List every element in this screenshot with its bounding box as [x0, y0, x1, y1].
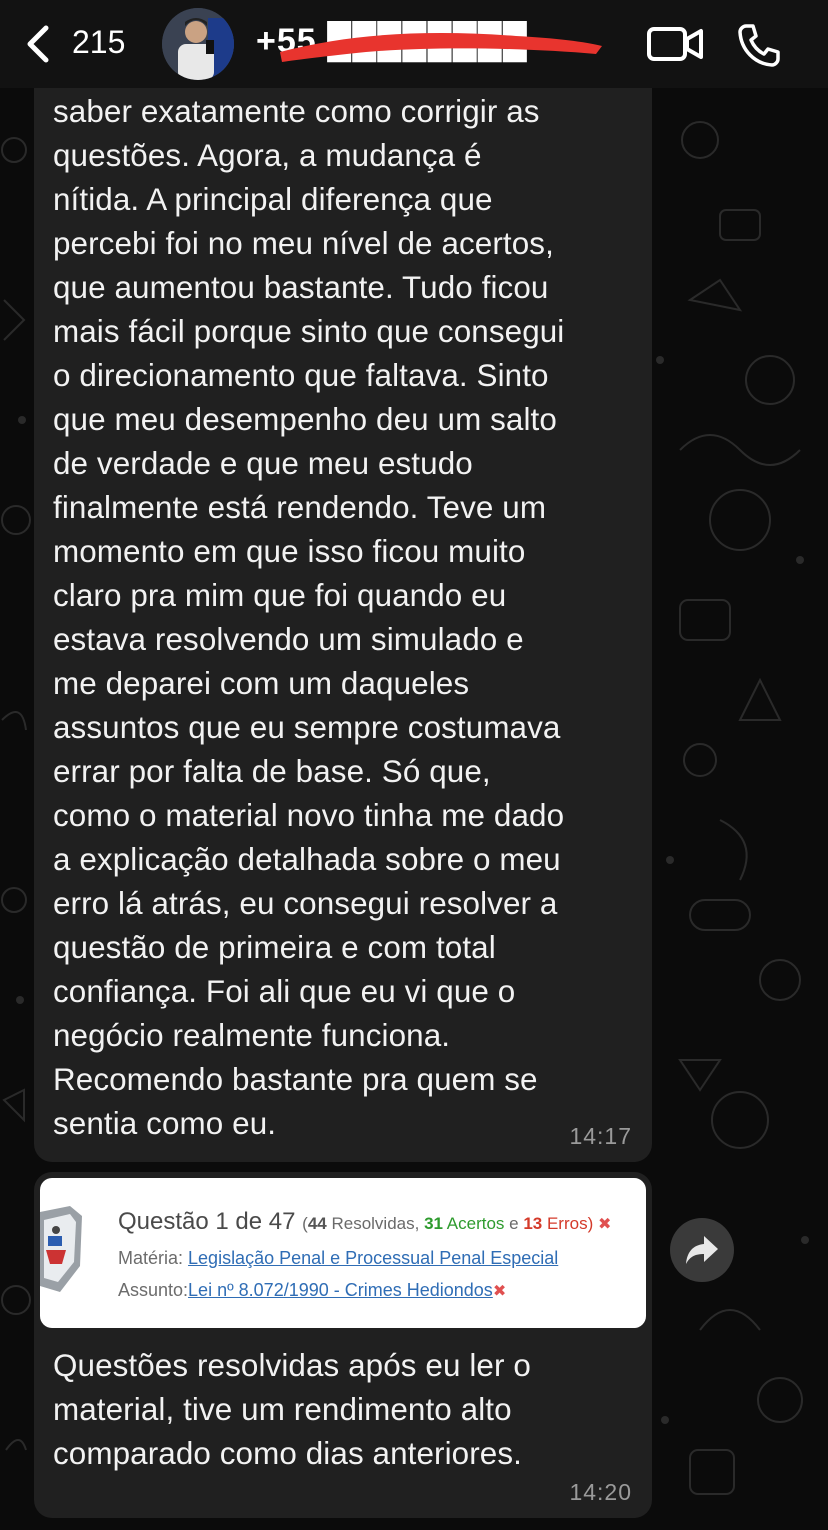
subject-label: Matéria: [118, 1248, 189, 1268]
close-x-icon: ✖ [597, 1216, 612, 1233]
forward-button[interactable] [670, 1218, 734, 1282]
topic-line: Assunto:Lei nº 8.072/1990 - Crimes Hedio… [118, 1280, 506, 1301]
back-chevron-icon[interactable] [22, 24, 56, 64]
message-text: Questões resolvidas após eu ler o materi… [53, 1348, 531, 1471]
chat-header: 215 +55 ████████ [0, 0, 828, 88]
avatar-photo-icon [162, 8, 234, 80]
unread-count[interactable]: 215 [72, 24, 125, 61]
avatar[interactable] [162, 8, 234, 80]
question-counter: Questão 1 de 47 (44 Resolvidas, 31 Acert… [118, 1208, 611, 1236]
resolved-count: 44 [307, 1214, 327, 1233]
video-call-icon[interactable] [646, 24, 704, 64]
message-time: 14:20 [569, 1479, 632, 1505]
attached-image[interactable]: Questão 1 de 47 (44 Resolvidas, 31 Acert… [40, 1178, 646, 1328]
message-bubble[interactable]: saber exatamente como corrigir as questõ… [34, 70, 652, 1162]
message-bubble-with-image[interactable]: Questão 1 de 47 (44 Resolvidas, 31 Acert… [34, 1172, 652, 1518]
and-label: e [504, 1214, 524, 1233]
question-title: Questão 1 de 47 [118, 1208, 296, 1235]
subject-line: Matéria: Legislação Penal e Processual P… [118, 1248, 558, 1269]
phone-call-icon[interactable] [736, 22, 782, 68]
resolved-label: Resolvidas, [326, 1214, 425, 1233]
errors-count: 13 [523, 1214, 543, 1233]
topic-link: Lei nº 8.072/1990 - Crimes Hediondos [188, 1280, 493, 1300]
forward-arrow-icon [686, 1236, 718, 1264]
police-badge-icon [40, 1206, 82, 1292]
remove-x-icon: ✖ [492, 1283, 507, 1300]
redaction-scribble [280, 33, 602, 62]
message-time: 14:17 [569, 1123, 632, 1149]
topic-label: Assunto: [118, 1280, 189, 1300]
correct-label: Acertos [442, 1214, 505, 1233]
errors-label: Erros) [542, 1214, 594, 1233]
message-text: saber exatamente como corrigir as questõ… [53, 94, 565, 1141]
subject-link: Legislação Penal e Processual Penal Espe… [188, 1248, 559, 1268]
correct-count: 31 [424, 1214, 443, 1233]
